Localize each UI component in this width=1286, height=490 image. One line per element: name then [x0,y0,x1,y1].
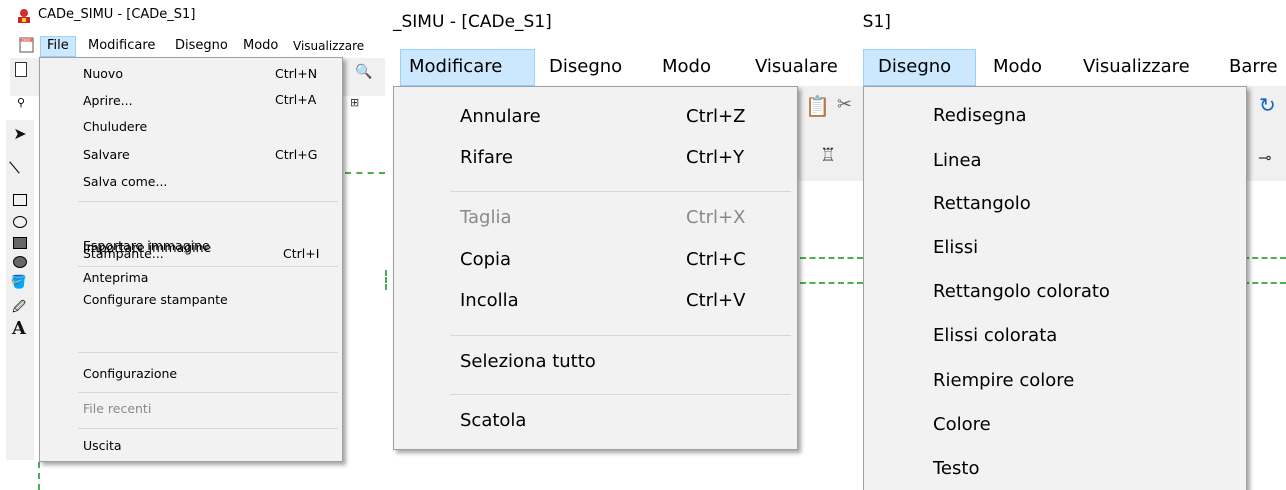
paste-icon[interactable]: 📋 [805,94,830,118]
menu-separator [450,191,791,192]
circuit-wire [345,172,385,174]
menu-visualizzare[interactable]: Visualizzare [1083,56,1190,77]
menu-item-rettangolo[interactable]: Rettangolo [864,185,1246,223]
menu-item-stampante[interactable]: Stampante... Ctrl+I [40,244,342,270]
switch-icon[interactable]: ⊸ [1258,148,1271,167]
circuit-wire [385,270,387,290]
menu-item-redisegna[interactable]: Redisegna [864,97,1246,135]
right-title-bar: ADe_S1] [863,0,1286,44]
menu-item-scatola[interactable]: Scatola [394,405,797,441]
menu-separator [78,352,338,353]
filled-rectangle-tool-icon[interactable] [13,237,27,249]
menu-disegno[interactable]: Disegno [175,38,228,53]
menu-item-salvare[interactable]: Salvare Ctrl+G [40,142,342,168]
tool-icon-partial[interactable]: 🔍 [355,64,372,80]
circuit-wire [1243,282,1286,284]
menu-separator [78,392,338,393]
left-screenshot-panel: CADe_SIMU - [CADe_S1] DOC File Modificar… [0,0,385,490]
window-title: _SIMU - [CADe_S1] [393,12,552,32]
menu-visualizzare[interactable]: Visualizzare [293,39,364,53]
menu-item-chiudere[interactable]: Chuludere [40,114,342,140]
ellipse-tool-icon[interactable] [13,216,27,228]
menu-item-configurazione[interactable]: Configurazione [40,364,342,388]
menu-modo[interactable]: Modo [662,56,711,77]
right-menu-bar: Disegno Modo Visualizzare Barre [863,49,1286,86]
menu-modificare[interactable]: Modificare [88,38,155,53]
file-dropdown-menu: Nuovo Ctrl+N Aprire... Ctrl+A Chuludere Sa… [39,57,343,462]
component-icon-partial[interactable]: ⊞ [350,96,359,109]
menu-visualare[interactable]: Visualare [755,56,838,77]
window-title: ADe_S1] [863,12,891,32]
menu-separator [78,428,338,429]
menu-modo[interactable]: Modo [243,38,278,53]
text-tool-icon[interactable]: A [8,318,30,339]
menu-modificare[interactable]: Modificare [400,49,535,86]
menu-item-salva-come[interactable]: Salva come... [40,168,342,194]
doc-icon[interactable]: DOC [18,36,36,54]
left-title-bar: CADe_SIMU - [CADe_S1] [0,0,385,32]
fill-tool-icon[interactable]: 🪣 [8,275,30,290]
pin-icon[interactable]: ⚲ [17,96,25,109]
menu-modo[interactable]: Modo [993,56,1042,77]
menu-barre[interactable]: Barre [1229,56,1278,77]
rotate-icon[interactable]: ↻ [1259,93,1276,117]
menu-file[interactable]: File [40,36,76,57]
menu-item-nuovo[interactable]: Nuovo Ctrl+N [40,60,342,88]
menu-item-configurare-stampante[interactable]: Configurare stampante [40,292,342,318]
circuit-wire [800,257,863,259]
menu-item-copia[interactable]: Copia Ctrl+C [394,244,797,280]
menu-separator [450,394,791,395]
edit-dropdown-menu: Annulare Ctrl+Z Rifare Ctrl+Y Taglia Ctrl+X… [393,86,798,450]
menu-item-riempire-colore[interactable]: Riempire colore [864,362,1246,400]
window-title: CADe_SIMU - [CADe_S1] [38,7,196,22]
menu-item-file-recenti: File recenti [83,401,152,416]
menu-separator [78,201,338,202]
arrow-tool-icon[interactable]: ➤ [10,124,30,143]
menu-item-anteprima[interactable]: Anteprima [40,270,342,294]
app-logo-icon [16,8,32,24]
svg-text:DOC: DOC [22,38,31,43]
middle-title-bar: _SIMU - [CADe_S1] [385,0,863,44]
menu-item-elissi[interactable]: Elissi [864,228,1246,266]
menu-item-rifare[interactable]: Rifare Ctrl+Y [394,142,797,178]
menu-item-taglia: Taglia Ctrl+X [460,207,746,228]
middle-menu-bar: Modificare Disegno Modo Visualare [385,49,863,86]
draw-dropdown-menu: Redisegna Linea Rettangolo Elissi Rettan… [863,86,1247,490]
menu-item-uscita[interactable]: Uscita [40,436,342,460]
color-picker-tool-icon[interactable]: 🖉 [8,298,30,320]
menu-item-seleziona-tutto[interactable]: Seleziona tutto [394,346,797,382]
filled-ellipse-tool-icon[interactable] [13,256,27,268]
circuit-wire [38,462,40,490]
drawing-tool-palette: ➤ 🪣 🖉 A [6,120,34,460]
menu-item-elissi-colorata[interactable]: Elissi colorata [864,317,1246,355]
menu-item-testo[interactable]: Testo [864,449,1246,487]
menu-disegno[interactable]: Disegno [863,49,976,86]
cut-icon[interactable]: ✂ [837,94,852,115]
left-menu-bar: DOC File Modificare Disegno Modo Visuali… [0,36,385,57]
menu-item-incolla[interactable]: Incolla Ctrl+V [394,285,797,321]
circuit-wire [1243,257,1286,259]
menu-disegno[interactable]: Disegno [549,56,622,77]
right-screenshot-panel: ADe_S1] Disegno Modo Visualizzare Barre … [863,0,1286,490]
menu-item-aprire[interactable]: Aprire... Ctrl+A [40,88,342,114]
menu-item-annulare[interactable]: Annulare Ctrl+Z [394,101,797,137]
new-file-icon[interactable] [15,62,27,77]
menu-item-linea[interactable]: Linea [864,142,1246,180]
rectangle-tool-icon[interactable] [13,194,27,206]
component-icon[interactable]: ♖ [820,145,836,166]
menu-item-colore[interactable]: Colore [864,405,1246,443]
menu-item-rettangolo-colorato[interactable]: Rettangolo colorato [864,273,1246,311]
menu-separator [450,335,791,336]
middle-screenshot-panel: _SIMU - [CADe_S1] Modificare Disegno Mod… [385,0,863,490]
circuit-wire [800,282,863,284]
line-tool-icon[interactable] [9,161,20,174]
